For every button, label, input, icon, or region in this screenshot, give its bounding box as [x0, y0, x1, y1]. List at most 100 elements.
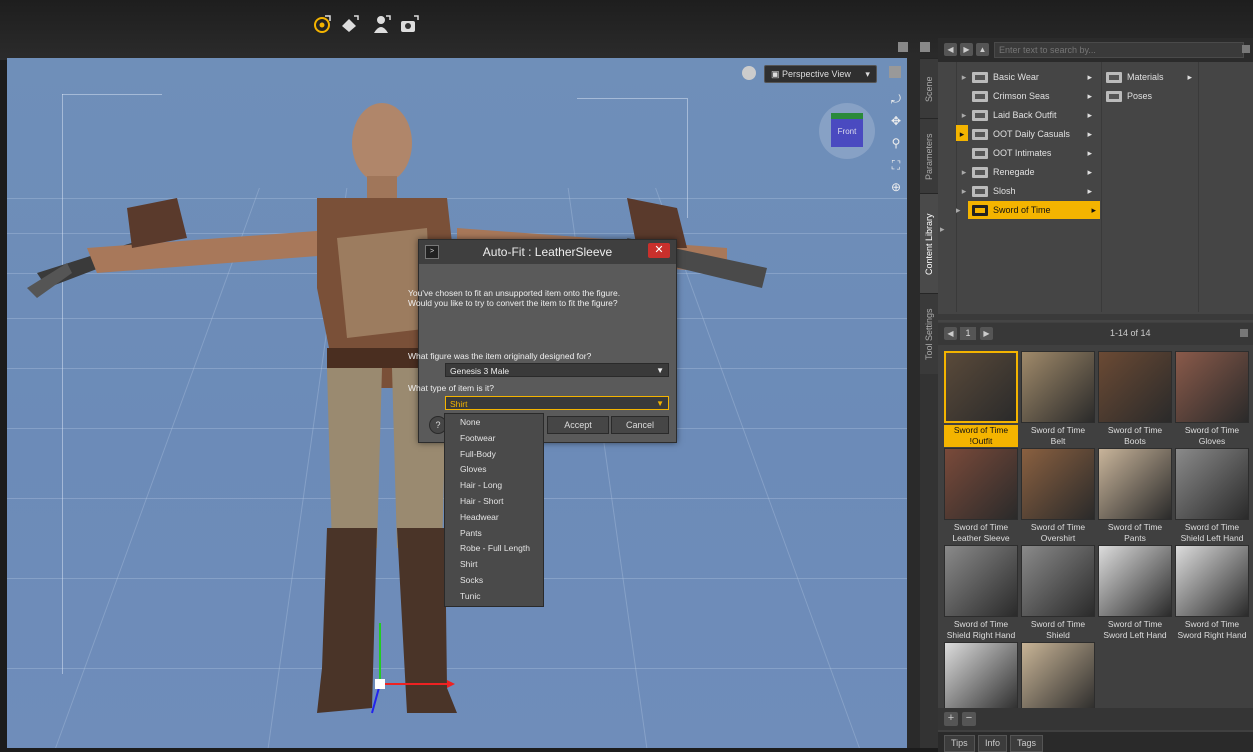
camera-icon[interactable] — [400, 14, 420, 34]
expand-arrow-icon[interactable]: ▸ — [940, 220, 954, 238]
tree-item-oot-daily-casuals[interactable]: ▸ OOT Daily Casuals ▸ — [956, 125, 1096, 143]
page-number[interactable]: 1 — [960, 327, 976, 340]
next-page-icon[interactable]: ▶ — [980, 327, 993, 340]
figure-select[interactable]: Genesis 3 Male ▼ — [445, 363, 669, 377]
content-item[interactable]: Sword of Time Sword Right Hand — [1175, 545, 1249, 641]
dropdown-option[interactable]: Hair - Long — [460, 480, 502, 490]
frame-icon[interactable]: ⛶ — [887, 154, 905, 176]
panel-menu-icon[interactable] — [898, 42, 908, 52]
tree-item-poses[interactable]: Poses — [1106, 87, 1196, 105]
tab-parameters[interactable]: Parameters — [920, 118, 938, 194]
content-item[interactable] — [944, 642, 1018, 714]
item-caption-line2: Leather Sleeve — [952, 533, 1010, 543]
item-caption: Sword of Time Leather Sleeve — [944, 522, 1018, 544]
search-input[interactable] — [994, 42, 1244, 58]
view-selector[interactable]: ▣ Perspective View ▾ — [764, 65, 877, 83]
dropdown-option[interactable]: Shirt — [460, 559, 477, 569]
tree-item-renegade[interactable]: ▸ Renegade ▸ — [956, 163, 1096, 181]
add-icon[interactable]: + — [944, 712, 958, 726]
item-caption: Sword of Time !Outfit — [944, 425, 1018, 447]
back-icon[interactable]: ◀ — [944, 43, 957, 56]
content-item[interactable]: Sword of Time Leather Sleeve — [944, 448, 1018, 544]
up-icon[interactable]: ▲ — [976, 43, 989, 56]
item-caption-line2: Overshirt — [1040, 533, 1076, 543]
tab-tips[interactable]: Tips — [944, 735, 975, 752]
universal-tool-icon[interactable] — [312, 14, 332, 34]
forward-icon[interactable]: ▶ — [960, 43, 973, 56]
item-caption-line1: Sword of Time — [1184, 522, 1240, 532]
item-caption: Sword of Time Overshirt — [1021, 522, 1095, 544]
splitter[interactable] — [907, 58, 920, 748]
tree-item-laid-back-outfit[interactable]: ▸ Laid Back Outfit ▸ — [956, 106, 1096, 124]
content-item[interactable]: Sword of Time Sword Left Hand — [1098, 545, 1172, 641]
zoom-icon[interactable]: ⚲ — [887, 132, 905, 154]
viewport-menu-icon[interactable] — [889, 66, 901, 78]
content-item[interactable]: Sword of Time Shield Right Hand — [944, 545, 1018, 641]
item-caption: Sword of Time Shield — [1021, 619, 1095, 641]
dropdown-option[interactable]: Hair - Short — [460, 496, 503, 506]
tab-scene[interactable]: Scene — [920, 58, 938, 119]
item-caption-line1: Sword of Time — [1107, 425, 1163, 435]
search-menu-icon[interactable] — [1242, 45, 1250, 53]
panel-menu-icon-2[interactable] — [920, 42, 930, 52]
content-item[interactable]: Sword of Time Pants — [1098, 448, 1172, 544]
item-thumbnail — [1021, 545, 1095, 617]
remove-icon[interactable]: − — [962, 712, 976, 726]
item-caption: Sword of Time Shield Left Hand — [1175, 522, 1249, 544]
pan-icon[interactable]: ✥ — [887, 110, 905, 132]
dropdown-option[interactable]: Pants — [460, 528, 482, 538]
dropdown-option[interactable]: Tunic — [460, 591, 480, 601]
prev-page-icon[interactable]: ◀ — [944, 327, 957, 340]
dropdown-option[interactable]: Gloves — [460, 464, 486, 474]
item-caption: Sword of Time Gloves — [1175, 425, 1249, 447]
dialog-titlebar[interactable]: > Auto-Fit : LeatherSleeve ✕ — [419, 240, 676, 264]
accept-button[interactable]: Accept — [547, 416, 609, 434]
item-type-select[interactable]: Shirt ▼ — [445, 396, 669, 410]
node-weight-icon[interactable] — [340, 14, 360, 34]
content-item[interactable]: Sword of Time Shield — [1021, 545, 1095, 641]
content-item[interactable]: Sword of Time Belt — [1021, 351, 1095, 447]
item-caption-line1: Sword of Time — [1030, 425, 1086, 435]
tree-item-materials[interactable]: Materials ▸ — [1106, 68, 1196, 86]
tree-item-sword-of-time[interactable]: ▸ Sword of Time ▸ — [956, 201, 1100, 219]
results-bar: ◀ 1 ▶ 1-14 of 14 — [938, 323, 1253, 345]
item-caption-line1: Sword of Time — [1184, 619, 1240, 629]
content-item[interactable]: Sword of Time Overshirt — [1021, 448, 1095, 544]
dropdown-option[interactable]: None — [460, 417, 480, 427]
dropdown-option[interactable]: Headwear — [460, 512, 499, 522]
home-icon[interactable]: ⊕ — [887, 176, 905, 198]
figure-icon[interactable] — [372, 14, 392, 34]
item-thumbnail — [1098, 545, 1172, 617]
tab-tool-settings[interactable]: Tool Settings — [920, 293, 938, 374]
results-menu-icon[interactable] — [1240, 329, 1248, 337]
close-icon[interactable]: ✕ — [648, 243, 670, 258]
tree-item-basic-wear[interactable]: ▸ Basic Wear ▸ — [956, 68, 1096, 86]
dropdown-option[interactable]: Socks — [460, 575, 483, 585]
dropdown-option[interactable]: Robe - Full Length — [460, 543, 530, 553]
tab-content-library[interactable]: Content Library — [920, 193, 938, 294]
dropdown-option[interactable]: Footwear — [460, 433, 495, 443]
view-cube[interactable]: Front — [819, 103, 875, 159]
tree-item-crimson-seas[interactable]: Crimson Seas ▸ — [956, 87, 1096, 105]
tab-tags[interactable]: Tags — [1010, 735, 1044, 752]
content-item[interactable]: Sword of Time !Outfit — [944, 351, 1018, 447]
folder-icon — [972, 72, 988, 84]
expand-arrow-icon: ▸ — [1187, 72, 1192, 82]
question-figure-label: What figure was the item originally desi… — [408, 351, 592, 361]
item-thumbnail — [1175, 448, 1249, 520]
content-item[interactable]: Sword of Time Boots — [1098, 351, 1172, 447]
cancel-button[interactable]: Cancel — [611, 416, 669, 434]
transform-gizmo[interactable] — [347, 618, 457, 728]
content-item[interactable]: Sword of Time Gloves — [1175, 351, 1249, 447]
tree-item-oot-intimates[interactable]: OOT Intimates ▸ — [956, 144, 1096, 162]
display-style-icon[interactable] — [742, 66, 756, 80]
dropdown-option[interactable]: Full-Body — [460, 449, 496, 459]
expand-arrow-icon: ▸ — [1091, 205, 1096, 215]
tree-item-slosh[interactable]: ▸ Slosh ▸ — [956, 182, 1096, 200]
tree-scrollbar[interactable] — [938, 314, 1253, 320]
tab-info[interactable]: Info — [978, 735, 1008, 752]
content-item[interactable]: Sword of Time Shield Left Hand — [1175, 448, 1249, 544]
content-item[interactable] — [1021, 642, 1095, 714]
orbit-icon[interactable]: ⤾ — [887, 88, 905, 110]
figure-select-value: Genesis 3 Male — [450, 366, 510, 376]
